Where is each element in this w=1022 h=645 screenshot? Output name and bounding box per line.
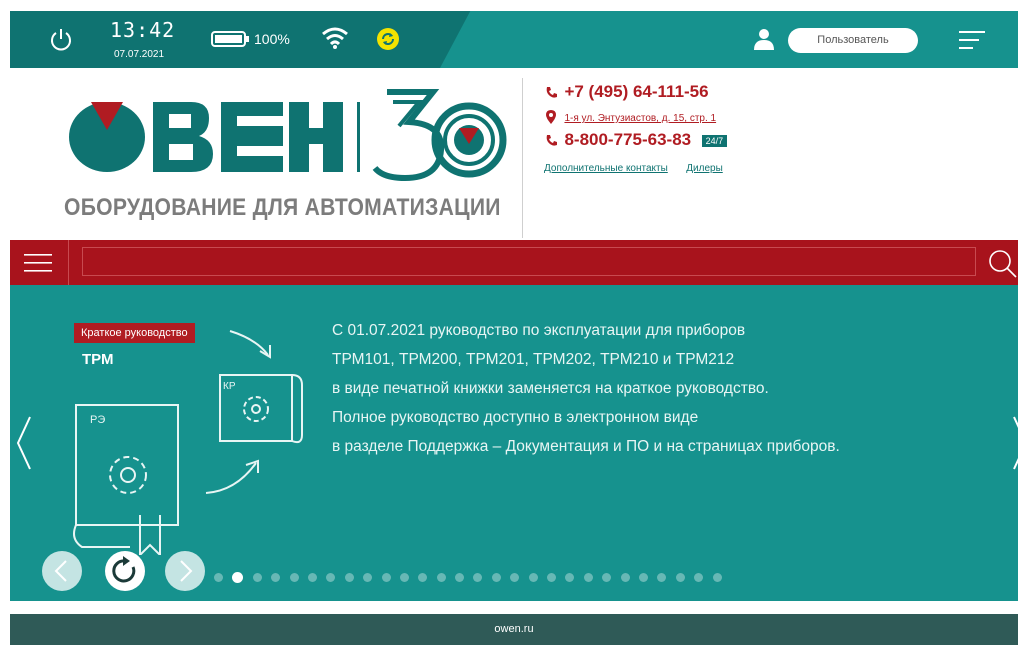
chevron-right-icon[interactable] (1010, 413, 1018, 473)
search-icon[interactable] (988, 249, 1018, 279)
banner-line: в виде печатной книжки заменяется на кра… (332, 380, 769, 397)
banner-line: ТРМ101, ТРМ200, ТРМ201, ТРМ202, ТРМ210 и… (332, 351, 735, 368)
battery-percent: 100% (254, 31, 290, 47)
slide-dot[interactable] (436, 572, 446, 582)
slide-dot[interactable] (232, 571, 244, 583)
address-row: 1-я ул. Энтузиастов, д. 15, стр. 1 (544, 108, 716, 126)
slide-dot[interactable] (657, 572, 667, 582)
status-bar: 13:42 07.07.2021 100% Пользователь (10, 11, 1018, 68)
slide-prev-button[interactable] (42, 551, 82, 591)
battery-icon (211, 31, 249, 47)
power-icon[interactable] (48, 27, 74, 53)
contact-links: Дополнительные контакты Дилеры (544, 158, 737, 176)
user-icon[interactable] (752, 27, 776, 51)
phone-icon (546, 134, 557, 146)
slide-dot[interactable] (602, 572, 612, 582)
slide-dot[interactable] (547, 572, 557, 582)
doc-label-kr: КР (223, 381, 236, 392)
slide-dot[interactable] (565, 572, 575, 582)
slide-next-button[interactable] (165, 551, 205, 591)
clock-time: 13:42 (110, 18, 176, 42)
search-input[interactable] (82, 247, 976, 276)
search-separator (68, 240, 69, 285)
menu-icon[interactable] (959, 29, 985, 51)
slide-dot[interactable] (455, 572, 465, 582)
slide-dot[interactable] (675, 572, 685, 582)
slide-dot[interactable] (307, 572, 317, 582)
slide-indicators (214, 571, 722, 583)
app-root: 13:42 07.07.2021 100% Пользователь ОБОРУ… (0, 0, 1022, 645)
tagline: ОБОРУДОВАНИЕ ДЛЯ АВТОМАТИЗАЦИИ (64, 194, 501, 221)
slide-dot[interactable] (694, 572, 704, 582)
slide-dot[interactable] (638, 572, 648, 582)
search-bar (10, 240, 1018, 285)
phone-hotline[interactable]: 8-800-775-63-83 (564, 130, 691, 149)
slide-dot[interactable] (473, 572, 483, 582)
slide-dot[interactable] (418, 572, 428, 582)
dealers-link[interactable]: Дилеры (686, 163, 723, 174)
slide-dot[interactable] (214, 572, 223, 582)
promo-banner: РЭ КР Краткое руководство ТРМ С 01.07.20… (10, 285, 1018, 601)
additional-contacts-link[interactable]: Дополнительные контакты (544, 163, 668, 174)
banner-line: С 01.07.2021 руководство по эксплуатации… (332, 322, 746, 339)
chevron-left-icon[interactable] (14, 413, 34, 473)
slide-dot[interactable] (620, 572, 630, 582)
hotline-badge: 24/7 (701, 134, 728, 147)
slide-dot[interactable] (363, 572, 373, 582)
chevron-right-icon (180, 560, 193, 582)
footer-url[interactable]: owen.ru (10, 614, 1018, 645)
owen-logo[interactable] (65, 88, 525, 248)
sync-icon[interactable] (377, 28, 399, 50)
banner-text: С 01.07.2021 руководство по эксплуатации… (332, 316, 840, 461)
address-link[interactable]: 1-я ул. Энтузиастов, д. 15, стр. 1 (564, 113, 716, 124)
slide-dot[interactable] (491, 572, 501, 582)
slide-dot[interactable] (528, 572, 538, 582)
wifi-icon[interactable] (321, 25, 349, 51)
slide-autoplay-button[interactable] (105, 551, 145, 591)
clock-date: 07.07.2021 (114, 49, 165, 60)
slide-dot[interactable] (510, 572, 520, 582)
slide-dot[interactable] (583, 572, 593, 582)
slide-dot[interactable] (252, 572, 262, 582)
phone-main[interactable]: +7 (495) 64-111-56 (564, 82, 708, 101)
phone-row-1: +7 (495) 64-111-56 (544, 82, 709, 102)
status-bar-accent (440, 11, 1018, 68)
slide-dot[interactable] (399, 572, 409, 582)
site-header: ОБОРУДОВАНИЕ ДЛЯ АВТОМАТИЗАЦИИ +7 (495) … (10, 68, 1018, 240)
user-button[interactable]: Пользователь (788, 28, 918, 53)
banner-product: ТРМ (82, 351, 114, 368)
slide-dot[interactable] (289, 572, 299, 582)
footer-gap (10, 601, 1018, 614)
banner-tag: Краткое руководство (74, 323, 195, 343)
map-pin-icon (546, 109, 556, 124)
slide-dot[interactable] (381, 572, 391, 582)
slide-dot[interactable] (712, 572, 722, 582)
slide-dot[interactable] (326, 572, 336, 582)
phone-icon (546, 86, 557, 98)
doc-label-re: РЭ (90, 414, 105, 426)
chevron-left-icon (54, 560, 67, 582)
slide-dot[interactable] (344, 572, 354, 582)
banner-line: в разделе Поддержка – Документация и ПО … (332, 438, 840, 455)
header-divider (522, 78, 523, 238)
slide-dot[interactable] (271, 572, 281, 582)
refresh-icon (112, 556, 136, 583)
banner-line: Полное руководство доступно в электронно… (332, 409, 699, 426)
phone-row-2: 8-800-775-63-83 24/7 (544, 130, 728, 150)
catalog-menu-icon[interactable] (24, 251, 52, 275)
